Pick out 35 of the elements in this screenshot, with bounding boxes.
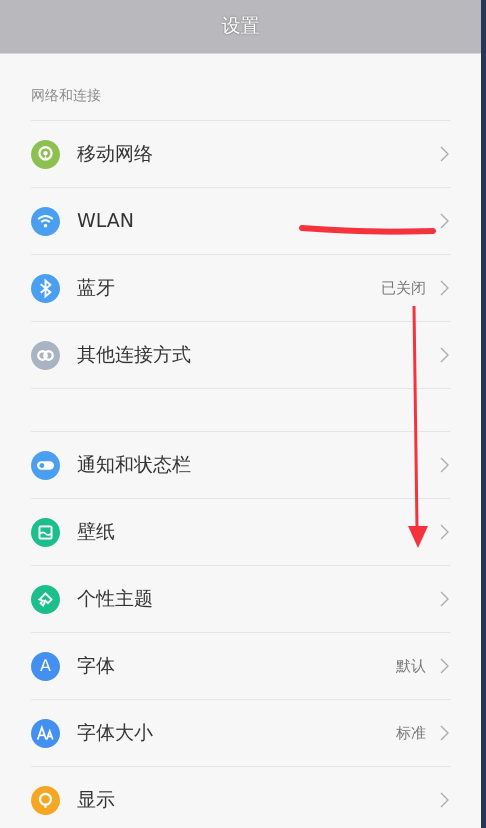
settings-row[interactable]: WLAN: [31, 188, 450, 255]
chevron-icon: [440, 725, 449, 741]
settings-row[interactable]: 个性主题: [31, 566, 450, 633]
setting-label: 字体: [77, 654, 115, 679]
setting-label: WLAN: [77, 208, 134, 234]
setting-value: 已关闭: [381, 278, 426, 299]
setting-label: 通知和状态栏: [77, 452, 191, 478]
chevron-icon: [440, 591, 449, 607]
settings-row[interactable]: A 字体 默认: [31, 633, 450, 700]
chevron-icon: [440, 457, 449, 473]
setting-value: 默认: [396, 656, 426, 677]
setting-value: 标准: [396, 722, 426, 744]
chevron-icon: [440, 658, 449, 674]
setting-label: 个性主题: [77, 586, 153, 612]
setting-label: 显示: [77, 788, 115, 813]
settings-row[interactable]: 通知和状态栏: [31, 432, 450, 499]
setting-label: 字体大小: [77, 720, 153, 746]
icon-letter: A: [39, 655, 52, 677]
settings-row[interactable]: 显示: [31, 767, 450, 828]
setting-label: 蓝牙: [77, 276, 115, 301]
chevron-icon: [440, 146, 449, 162]
settings-row[interactable]: 蓝牙 已关闭: [31, 255, 450, 322]
settings-row[interactable]: 其他连接方式: [31, 322, 450, 389]
chevron-icon: [440, 280, 449, 296]
chevron-icon: [440, 524, 449, 540]
settings-row[interactable]: 字体大小 标准: [31, 700, 450, 767]
settings-row[interactable]: 移动网络: [31, 121, 450, 188]
setting-label: 移动网络: [77, 142, 153, 167]
setting-label: 壁纸: [77, 520, 115, 545]
chevron-icon: [440, 347, 449, 363]
chevron-icon: [440, 213, 449, 229]
section-header: 网络和连接: [31, 87, 101, 106]
chevron-icon: [440, 792, 449, 808]
setting-label: 其他连接方式: [77, 342, 191, 368]
screen-title: 设置: [222, 14, 260, 40]
